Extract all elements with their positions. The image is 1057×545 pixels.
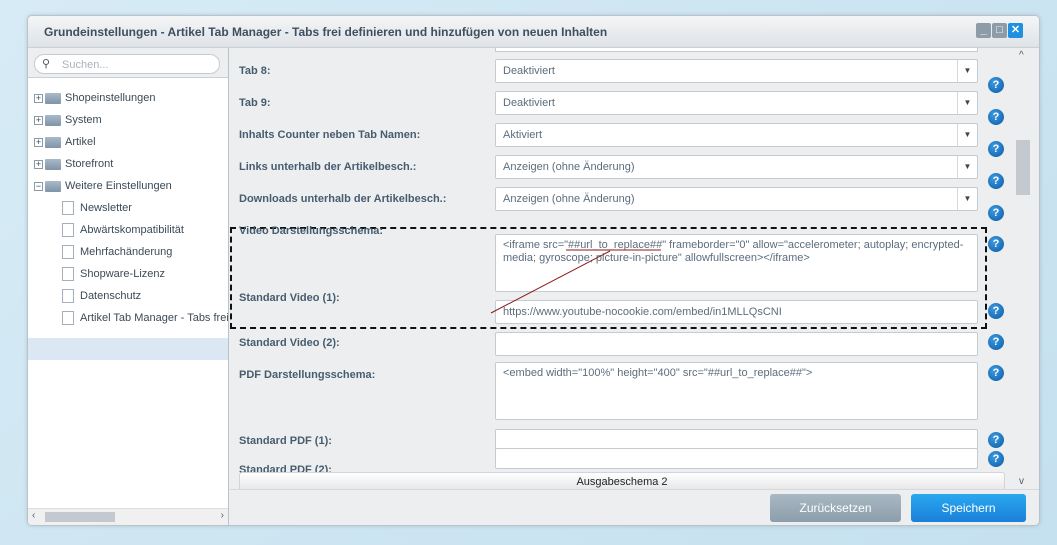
document-icon <box>62 267 74 282</box>
tree-item-newsletter[interactable]: Newsletter <box>62 197 132 219</box>
vertical-scrollbar[interactable]: ^ v <box>1013 48 1033 489</box>
tree-item-label: Shopeinstellungen <box>65 92 156 104</box>
tree-item-artikel-tab-manager[interactable]: Artikel Tab Manager - Tabs frei definier… <box>62 307 228 329</box>
tree-item-label: Mehrfachänderung <box>80 246 173 258</box>
tree-item-abwaertskompatibilitaet[interactable]: Abwärtskompatibilität <box>62 219 184 241</box>
search-icon: ⚲ <box>42 58 51 70</box>
horizontal-scrollbar[interactable]: ‹ › <box>28 508 228 525</box>
folder-icon <box>45 114 61 126</box>
tree-item-shopware-lizenz[interactable]: Shopware-Lizenz <box>62 263 165 285</box>
folder-icon <box>45 158 61 170</box>
tree-item-label: Artikel <box>65 136 96 148</box>
scroll-up-icon[interactable]: ^ <box>1019 50 1024 61</box>
tree-item-label: Weitere Einstellungen <box>65 180 172 192</box>
tree-item-label: Artikel Tab Manager - Tabs frei definier… <box>80 312 228 324</box>
save-button[interactable]: Speichern <box>911 494 1026 522</box>
tree-item-datenschutz[interactable]: Datenschutz <box>62 285 141 307</box>
folder-icon <box>45 136 61 148</box>
search-input[interactable]: ⚲ Suchen... <box>34 54 220 74</box>
settings-window: Grundeinstellungen - Artikel Tab Manager… <box>27 15 1040 526</box>
tree-item-label: Storefront <box>65 158 114 170</box>
title-bar: Grundeinstellungen - Artikel Tab Manager… <box>28 16 1039 48</box>
tree-item-system[interactable]: + System <box>34 109 102 131</box>
window-title: Grundeinstellungen - Artikel Tab Manager… <box>44 25 608 39</box>
expand-icon[interactable]: + <box>34 115 43 125</box>
tree-item-label: Newsletter <box>80 202 132 214</box>
tree-item-artikel[interactable]: + Artikel <box>34 131 96 153</box>
tree-item-label: System <box>65 114 102 126</box>
form-panel: Tab 8: Deaktiviert ▼ Tab 9: Deaktiviert ▼ … <box>230 48 1012 489</box>
tree-item-weitere-einstellungen[interactable]: − Weitere Einstellungen <box>34 175 172 197</box>
scrollbar-thumb[interactable] <box>1016 140 1030 195</box>
tree-item-label: Abwärtskompatibilität <box>80 224 184 236</box>
annotation-arrow <box>490 249 661 314</box>
close-button[interactable]: ✕ <box>1008 23 1023 38</box>
tree-item-shopeinstellungen[interactable]: + Shopeinstellungen <box>34 87 156 109</box>
expand-icon[interactable]: + <box>34 93 43 103</box>
tree-item-storefront[interactable]: + Storefront <box>34 153 113 175</box>
tree-item-label: Datenschutz <box>80 290 142 302</box>
reset-button[interactable]: Zurücksetzen <box>770 494 901 522</box>
expand-icon[interactable]: + <box>34 159 43 169</box>
tree-item-label: Shopware-Lizenz <box>80 268 165 280</box>
sidebar: ⚲ Suchen... + Shopeinstellungen + System + A… <box>28 48 229 525</box>
search-placeholder: Suchen... <box>62 59 109 71</box>
expand-icon[interactable]: + <box>34 137 43 147</box>
maximize-button[interactable]: □ <box>992 23 1007 38</box>
document-icon <box>62 311 74 326</box>
minimize-button[interactable]: _ <box>976 23 991 38</box>
collapse-icon[interactable]: − <box>34 181 43 191</box>
document-icon <box>62 245 74 260</box>
folder-icon <box>45 92 61 104</box>
footer-toolbar: Zurücksetzen Speichern <box>230 489 1039 525</box>
tree-item-mehrfachaenderung[interactable]: Mehrfachänderung <box>62 241 172 263</box>
document-icon <box>62 201 74 216</box>
selected-row-highlight <box>28 338 228 360</box>
document-icon <box>62 223 74 238</box>
folder-open-icon <box>45 180 61 192</box>
document-icon <box>62 289 74 304</box>
scroll-down-icon[interactable]: v <box>1019 476 1024 487</box>
